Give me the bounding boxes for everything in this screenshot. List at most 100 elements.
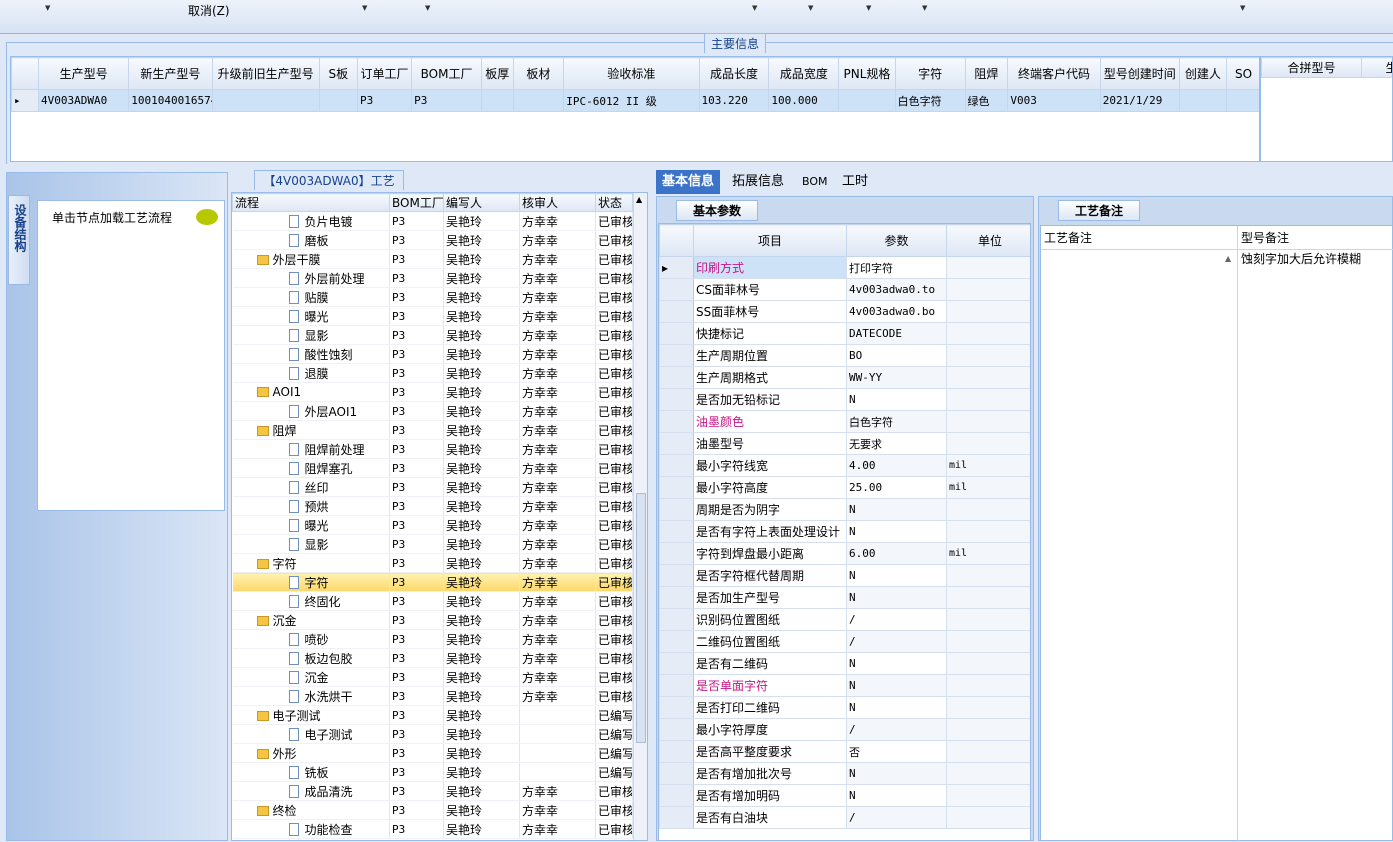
tree-row[interactable]: 负片电镀P3吴艳玲方幸幸已审核: [233, 212, 633, 231]
table-cell[interactable]: 白色字符: [895, 90, 965, 112]
table-cell[interactable]: IPC-6012 II 级: [564, 90, 699, 112]
param-value[interactable]: N: [847, 587, 947, 609]
merge-model-grid[interactable]: 合拼型号生: [1260, 56, 1393, 162]
param-value[interactable]: /: [847, 719, 947, 741]
tree-row[interactable]: 沉金P3吴艳玲方幸幸已审核: [233, 611, 633, 630]
table-cell[interactable]: [839, 90, 895, 112]
table-cell[interactable]: 100.000: [769, 90, 839, 112]
cancel-button[interactable]: 取消(Z): [188, 2, 230, 19]
param-row[interactable]: 最小字符高度25.00mil: [660, 477, 1032, 499]
param-row[interactable]: 油墨型号无要求: [660, 433, 1032, 455]
param-row[interactable]: 是否高平整度要求否: [660, 741, 1032, 763]
table-cell[interactable]: [481, 90, 513, 112]
table-cell[interactable]: 4V003ADWA0: [39, 90, 129, 112]
param-value[interactable]: N: [847, 785, 947, 807]
device-tree[interactable]: 单击节点加载工艺流程: [37, 200, 225, 511]
param-row[interactable]: 油墨颜色白色字符: [660, 411, 1032, 433]
param-value[interactable]: N: [847, 565, 947, 587]
tree-row[interactable]: 磨板P3吴艳玲方幸幸已审核: [233, 231, 633, 250]
column-header[interactable]: 成品宽度: [769, 58, 839, 90]
table-cell[interactable]: [319, 90, 357, 112]
param-row[interactable]: 是否字符框代替周期N: [660, 565, 1032, 587]
dropdown-arrow-icon[interactable]: ▼: [362, 4, 367, 12]
param-row[interactable]: 是否有增加明码N: [660, 785, 1032, 807]
param-row[interactable]: 最小字符线宽4.00mil: [660, 455, 1032, 477]
column-header[interactable]: 编写人: [444, 194, 520, 212]
basic-params-title[interactable]: 基本参数: [676, 200, 758, 221]
param-row[interactable]: 周期是否为阴字N: [660, 499, 1032, 521]
column-header[interactable]: 核审人: [520, 194, 596, 212]
param-value[interactable]: 4v003adwa0.bo: [847, 301, 947, 323]
tree-row[interactable]: 终固化P3吴艳玲方幸幸已审核: [233, 592, 633, 611]
dropdown-arrow-icon[interactable]: ▼: [752, 4, 757, 12]
param-value[interactable]: /: [847, 631, 947, 653]
column-header[interactable]: PNL规格: [839, 58, 895, 90]
column-header[interactable]: 板厚: [481, 58, 513, 90]
column-header[interactable]: 板材: [513, 58, 564, 90]
process-tree-grid[interactable]: 流程BOM工厂编写人核审人状态 负片电镀P3吴艳玲方幸幸已审核磨板P3吴艳玲方幸…: [231, 192, 648, 841]
column-header[interactable]: SO: [1227, 58, 1260, 90]
tree-row[interactable]: 预烘P3吴艳玲方幸幸已审核: [233, 497, 633, 516]
param-row[interactable]: 是否有字符上表面处理设计N: [660, 521, 1032, 543]
tree-row[interactable]: 酸性蚀刻P3吴艳玲方幸幸已审核: [233, 345, 633, 364]
dropdown-arrow-icon[interactable]: ▼: [425, 4, 430, 12]
tree-row[interactable]: 电子测试P3吴艳玲已编写: [233, 706, 633, 725]
column-header[interactable]: 生产型号: [39, 58, 129, 90]
table-cell[interactable]: 103.220: [699, 90, 769, 112]
param-value[interactable]: 4v003adwa0.to: [847, 279, 947, 301]
table-cell[interactable]: 10010400165746: [129, 90, 212, 112]
tree-row[interactable]: 阻焊P3吴艳玲方幸幸已审核: [233, 421, 633, 440]
tree-row[interactable]: 曝光P3吴艳玲方幸幸已审核: [233, 307, 633, 326]
column-header[interactable]: 新生产型号: [129, 58, 212, 90]
tree-row[interactable]: 丝印P3吴艳玲方幸幸已审核: [233, 478, 633, 497]
column-header[interactable]: 终端客户代码: [1008, 58, 1100, 90]
column-header[interactable]: BOM工厂: [390, 194, 444, 212]
param-value[interactable]: WW-YY: [847, 367, 947, 389]
column-header[interactable]: 创建人: [1179, 58, 1226, 90]
column-header[interactable]: 型号创建时间: [1100, 58, 1179, 90]
table-cell[interactable]: V003: [1008, 90, 1100, 112]
tab-extended-info[interactable]: 拓展信息: [726, 170, 790, 194]
column-header[interactable]: 升级前旧生产型号: [212, 58, 319, 90]
tree-row[interactable]: 电子测试P3吴艳玲已编写: [233, 725, 633, 744]
tree-row[interactable]: 阻焊前处理P3吴艳玲方幸幸已审核: [233, 440, 633, 459]
param-row[interactable]: 是否打印二维码N: [660, 697, 1032, 719]
param-row[interactable]: 二维码位置图纸/: [660, 631, 1032, 653]
table-cell[interactable]: P3: [412, 90, 482, 112]
tree-row[interactable]: 字符P3吴艳玲方幸幸已审核: [233, 554, 633, 573]
dropdown-arrow-icon[interactable]: ▼: [1240, 4, 1245, 12]
param-value[interactable]: /: [847, 609, 947, 631]
param-value[interactable]: N: [847, 389, 947, 411]
param-row[interactable]: 字符到焊盘最小距离6.00mil: [660, 543, 1032, 565]
tab-work-hours[interactable]: 工时: [836, 170, 874, 194]
table-cell[interactable]: [1227, 90, 1260, 112]
scroll-up-icon[interactable]: ▲: [636, 195, 642, 204]
scroll-thumb[interactable]: [636, 493, 646, 743]
column-header[interactable]: 流程: [233, 194, 390, 212]
model-note-field[interactable]: 蚀刻字加大后允许模糊: [1241, 250, 1361, 267]
table-cell[interactable]: [212, 90, 319, 112]
column-header[interactable]: 阻焊: [965, 58, 1008, 90]
column-header[interactable]: 状态: [596, 194, 633, 212]
tree-row[interactable]: 沉金P3吴艳玲方幸幸已审核: [233, 668, 633, 687]
table-cell[interactable]: 绿色: [965, 90, 1008, 112]
dropdown-arrow-icon[interactable]: ▼: [45, 4, 50, 12]
tree-row[interactable]: 水洗烘干P3吴艳玲方幸幸已审核: [233, 687, 633, 706]
param-value[interactable]: N: [847, 521, 947, 543]
tree-row[interactable]: 退膜P3吴艳玲方幸幸已审核: [233, 364, 633, 383]
process-scrollbar[interactable]: ▲: [633, 193, 647, 841]
param-row[interactable]: SS面菲林号4v003adwa0.bo: [660, 301, 1032, 323]
param-row[interactable]: 是否加生产型号N: [660, 587, 1032, 609]
tree-row[interactable]: 外层前处理P3吴艳玲方幸幸已审核: [233, 269, 633, 288]
param-value[interactable]: 白色字符: [847, 411, 947, 433]
param-row[interactable]: 是否有增加批次号N: [660, 763, 1032, 785]
tree-row[interactable]: 外层干膜P3吴艳玲方幸幸已审核: [233, 250, 633, 269]
column-header[interactable]: 验收标准: [564, 58, 699, 90]
param-row[interactable]: 是否有二维码N: [660, 653, 1032, 675]
table-cell[interactable]: [1179, 90, 1226, 112]
main-info-grid[interactable]: 生产型号新生产型号升级前旧生产型号S板订单工厂BOM工厂板厚板材验收标准成品长度…: [10, 56, 1260, 162]
param-row[interactable]: 是否单面字符N: [660, 675, 1032, 697]
param-value[interactable]: 6.00: [847, 543, 947, 565]
column-header[interactable]: 成品长度: [699, 58, 769, 90]
param-value[interactable]: N: [847, 675, 947, 697]
